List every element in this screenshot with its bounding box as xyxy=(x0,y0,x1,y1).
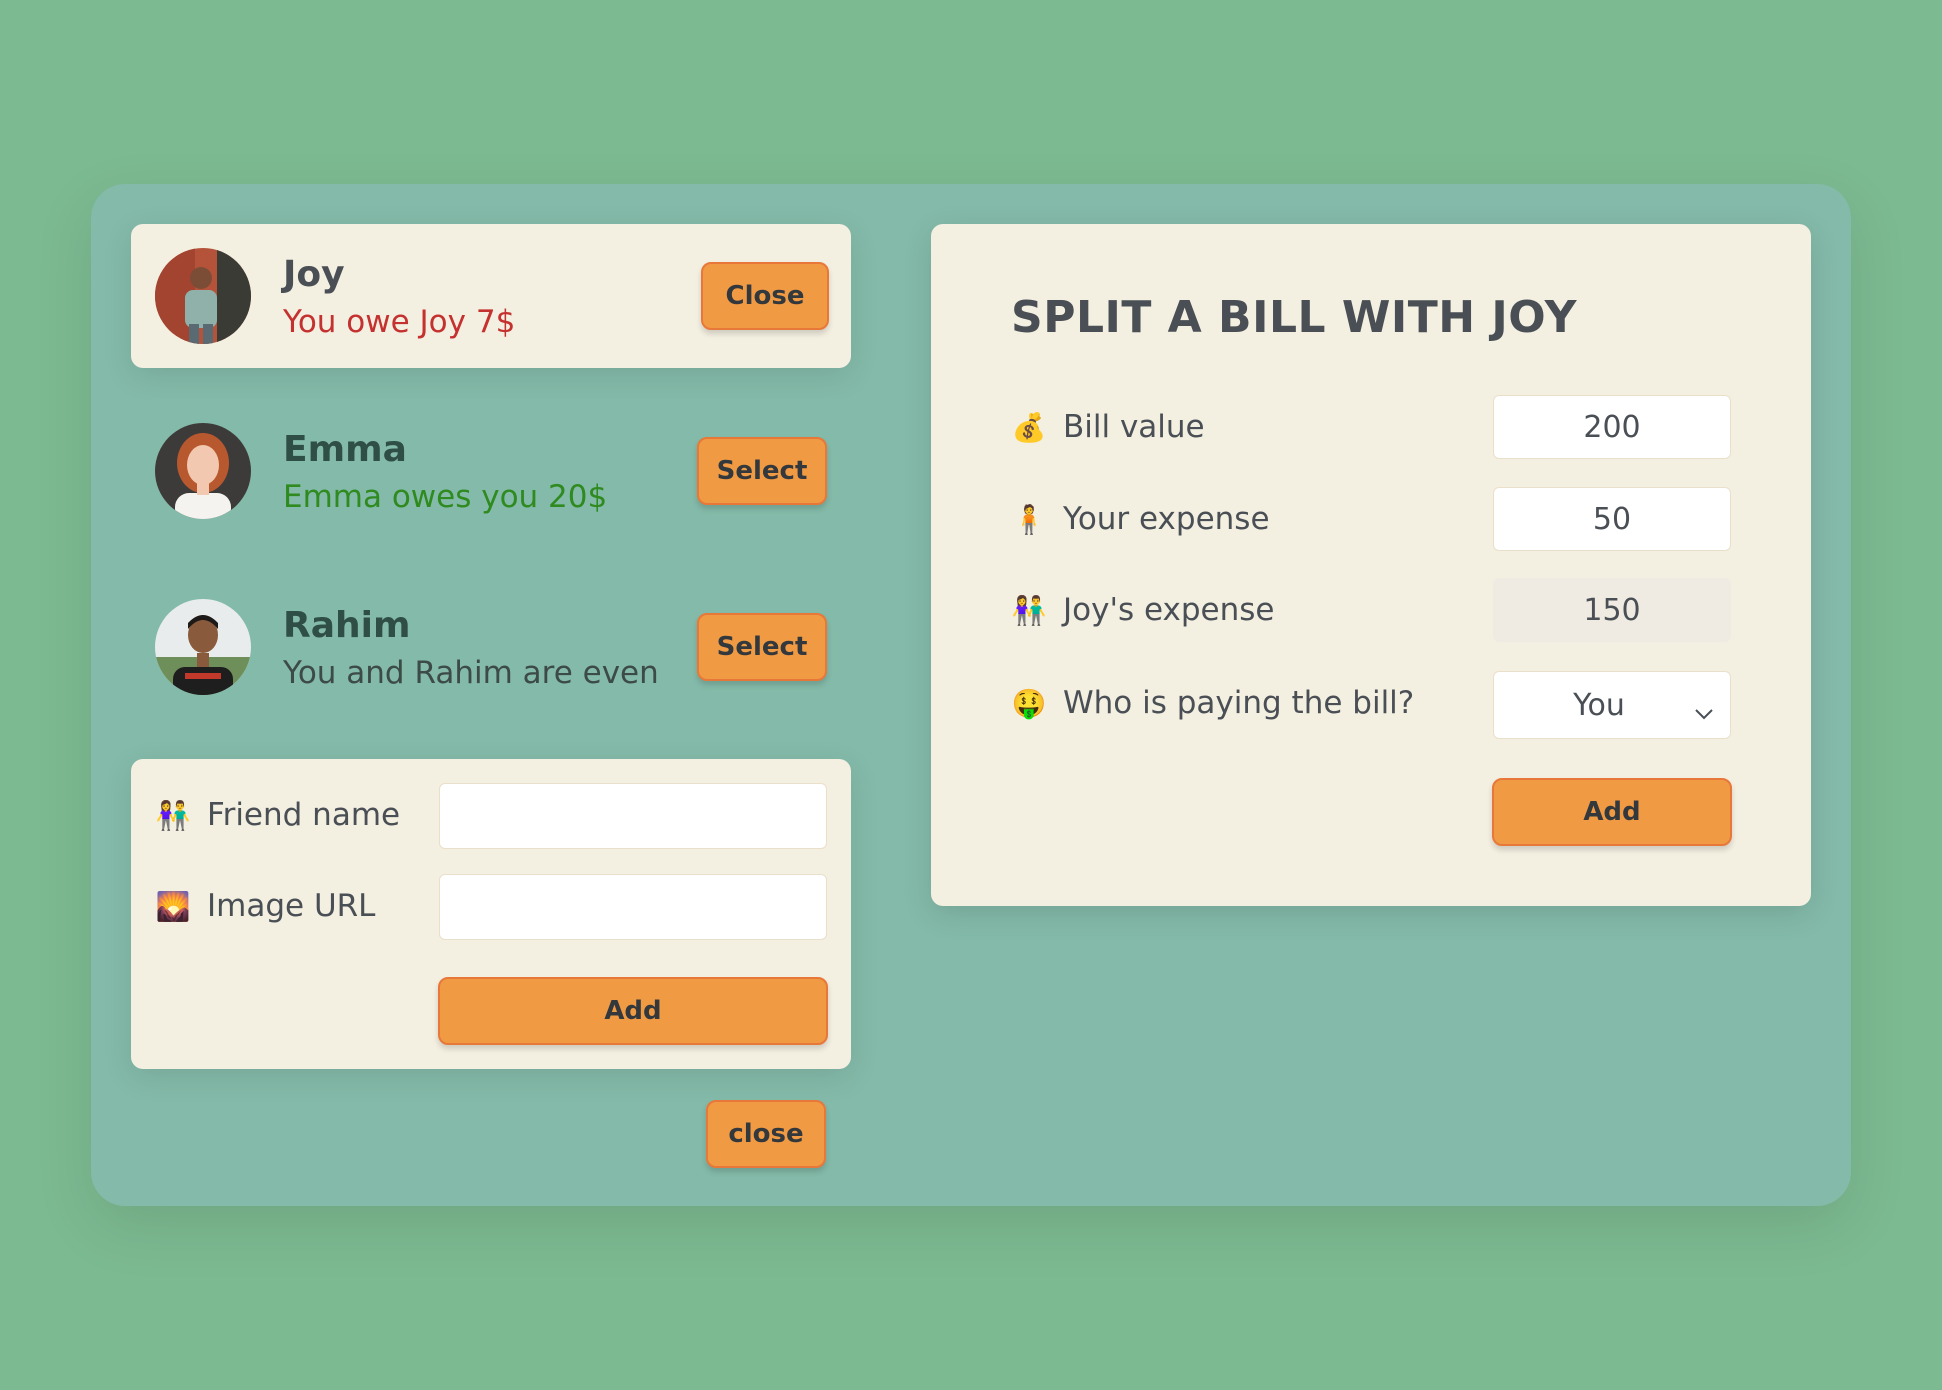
payer-select[interactable]: You xyxy=(1493,671,1731,739)
avatar-emma xyxy=(155,423,251,519)
friend-name-label-text: Friend name xyxy=(207,797,401,833)
friend-item-emma[interactable]: Emma Emma owes you 20$ Select xyxy=(131,399,851,543)
friend-name: Emma xyxy=(283,429,407,470)
couple-icon: 👫 xyxy=(155,798,191,832)
friend-expense-input xyxy=(1493,578,1731,642)
friend-name-input[interactable] xyxy=(439,783,827,849)
your-expense-input[interactable] xyxy=(1493,487,1731,551)
friend-expense-label: 👫 Joy's expense xyxy=(1011,592,1275,628)
bill-value-label-text: Bill value xyxy=(1063,409,1205,445)
image-url-label: 🌄 Image URL xyxy=(155,888,376,924)
payer-label-text: Who is paying the bill? xyxy=(1063,685,1415,721)
your-expense-label-text: Your expense xyxy=(1063,501,1270,537)
payer-select-value: You xyxy=(1573,688,1625,723)
friend-item-joy[interactable]: Joy You owe Joy 7$ Close xyxy=(131,224,851,368)
money-mouth-face-icon: 🤑 xyxy=(1011,686,1047,720)
bill-value-input[interactable] xyxy=(1493,395,1731,459)
image-url-input[interactable] xyxy=(439,874,827,940)
add-friend-form: 👫 Friend name 🌄 Image URL Add xyxy=(131,759,851,1069)
add-friend-button[interactable]: Add xyxy=(438,977,828,1045)
app-container: Joy You owe Joy 7$ Close Emma Emma owes … xyxy=(91,184,1851,1206)
money-bag-icon: 💰 xyxy=(1011,410,1047,444)
friend-name: Rahim xyxy=(283,605,411,646)
close-add-friend-button[interactable]: close xyxy=(706,1100,826,1168)
split-bill-form: SPLIT A BILL WITH JOY 💰 Bill value 🧍 You… xyxy=(931,224,1811,906)
friend-expense-label-text: Joy's expense xyxy=(1063,592,1275,628)
avatar-rahim xyxy=(155,599,251,695)
avatar-joy xyxy=(155,248,251,344)
split-bill-title: SPLIT A BILL WITH JOY xyxy=(1011,292,1577,343)
payer-label: 🤑 Who is paying the bill? xyxy=(1011,685,1415,721)
friend-name-label: 👫 Friend name xyxy=(155,797,401,833)
your-expense-label: 🧍 Your expense xyxy=(1011,501,1270,537)
select-friend-button[interactable]: Select xyxy=(697,613,827,681)
friend-balance-status: You and Rahim are even xyxy=(283,655,659,691)
person-standing-icon: 🧍 xyxy=(1011,502,1047,536)
select-friend-button[interactable]: Select xyxy=(697,437,827,505)
friend-name: Joy xyxy=(283,254,345,295)
couple-icon: 👫 xyxy=(1011,593,1047,627)
friend-balance-status: You owe Joy 7$ xyxy=(283,304,516,340)
split-bill-add-button[interactable]: Add xyxy=(1492,778,1732,846)
friend-item-rahim[interactable]: Rahim You and Rahim are even Select xyxy=(131,575,851,719)
sunrise-image-icon: 🌄 xyxy=(155,889,191,923)
close-friend-button[interactable]: Close xyxy=(701,262,829,330)
image-url-label-text: Image URL xyxy=(207,888,376,924)
bill-value-label: 💰 Bill value xyxy=(1011,409,1205,445)
friend-balance-status: Emma owes you 20$ xyxy=(283,479,608,515)
chevron-down-icon xyxy=(1694,694,1714,729)
